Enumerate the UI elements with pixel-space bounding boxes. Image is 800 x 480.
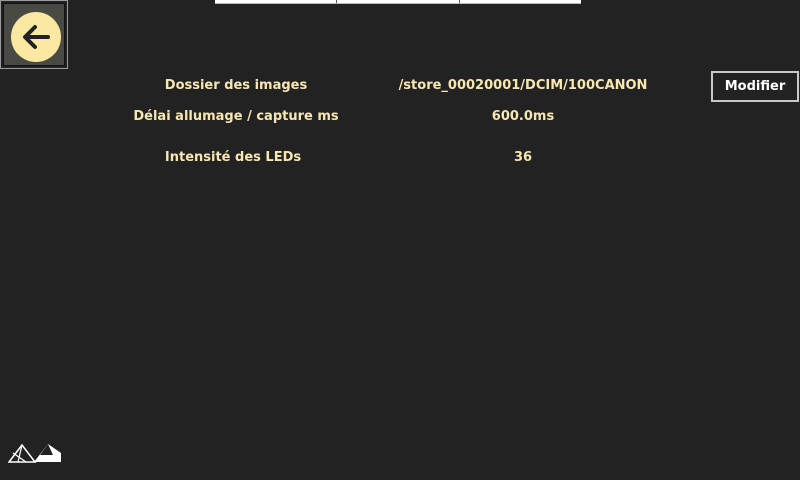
top-tab-3[interactable] bbox=[460, 0, 581, 3]
back-button-frame[interactable] bbox=[3, 3, 65, 66]
back-button[interactable] bbox=[0, 0, 68, 69]
setting-label-capture-delay: Délai allumage / capture ms bbox=[133, 109, 339, 124]
top-tab-strip[interactable] bbox=[215, 0, 581, 4]
mountains-logo-icon bbox=[7, 441, 62, 465]
top-tab-1[interactable] bbox=[215, 0, 338, 3]
setting-label-image-folder: Dossier des images bbox=[164, 78, 308, 93]
setting-label-led-intensity: Intensité des LEDs bbox=[164, 150, 302, 165]
setting-value-image-folder: /store_00020001/DCIM/100CANON bbox=[398, 78, 648, 93]
setting-value-capture-delay: 600.0ms bbox=[491, 109, 555, 124]
modify-button[interactable]: Modifier bbox=[711, 71, 799, 102]
arrow-left-icon[interactable] bbox=[11, 12, 61, 62]
settings-screen: Dossier des images /store_00020001/DCIM/… bbox=[0, 0, 800, 480]
setting-value-led-intensity: 36 bbox=[513, 150, 533, 165]
top-tab-2[interactable] bbox=[337, 0, 460, 3]
